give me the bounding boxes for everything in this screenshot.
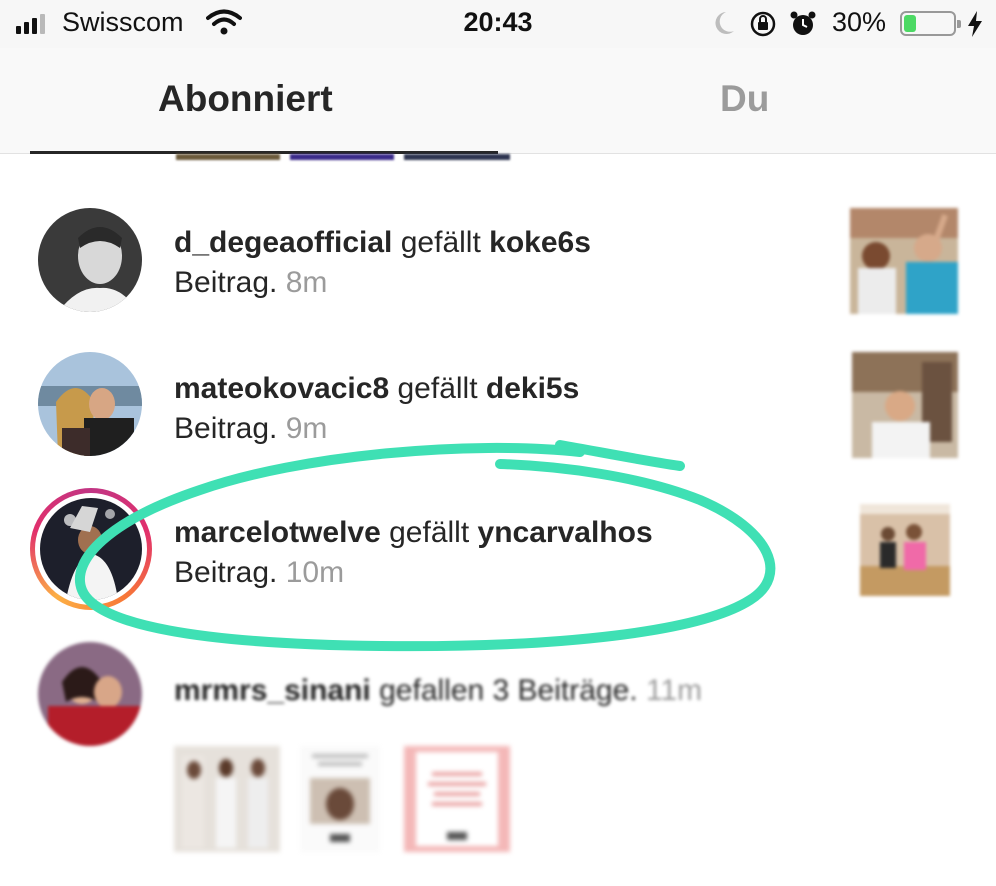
status-bar: Swisscom 20:43 30% (0, 0, 996, 48)
avatar[interactable] (38, 208, 142, 312)
activity-item-highlighted[interactable]: marcelotwelve gefällt yncarvalhos Beitra… (0, 480, 996, 630)
username-link[interactable]: mrmrs_sinani (174, 674, 371, 707)
activity-text: d_degeaofficial gefällt koke6s (174, 226, 591, 260)
story-thumbnail (404, 154, 510, 160)
username-link[interactable]: d_degeaofficial (174, 226, 392, 259)
activity-text: mateokovacic8 gefällt deki5s (174, 372, 579, 406)
action-text: gefällt (400, 226, 481, 259)
activity-meta: Beitrag. 9m (174, 412, 327, 446)
target-username-link[interactable]: yncarvalhos (478, 516, 653, 549)
username-link[interactable]: mateokovacic8 (174, 372, 389, 405)
action-text: gefällt (397, 372, 478, 405)
battery-percent: 30% (832, 7, 887, 37)
username-link[interactable]: marcelotwelve (174, 516, 381, 549)
activity-item[interactable]: mateokovacic8 gefällt deki5s Beitrag. 9m (0, 336, 996, 476)
target-username-link[interactable]: deki5s (486, 372, 579, 405)
alarm-icon (788, 9, 818, 44)
action-text: gefallen 3 Beiträge. (379, 674, 638, 707)
activity-text: mrmrs_sinani gefallen 3 Beiträge. 11m (174, 674, 702, 708)
activity-text: marcelotwelve gefällt yncarvalhos (174, 516, 653, 550)
avatar[interactable] (38, 642, 142, 746)
post-type: Beitrag. (174, 412, 278, 445)
activity-item[interactable]: mrmrs_sinani gefallen 3 Beiträge. 11m (0, 632, 996, 862)
timestamp: 9m (285, 412, 328, 445)
post-thumbnail[interactable] (852, 352, 958, 458)
target-username-link[interactable]: koke6s (489, 226, 591, 259)
charging-bolt-icon (965, 10, 985, 43)
post-type: Beitrag. (174, 556, 278, 589)
rotation-lock-icon (748, 9, 778, 44)
post-thumbnail[interactable] (300, 746, 380, 852)
post-thumbnail[interactable] (404, 746, 510, 852)
avatar[interactable] (40, 498, 142, 600)
tab-following[interactable]: Abonniert (158, 78, 333, 120)
story-thumbnail (290, 154, 394, 160)
action-text: gefällt (389, 516, 470, 549)
post-thumbnail[interactable] (860, 504, 950, 596)
moon-icon (712, 9, 736, 42)
activity-meta: Beitrag. 8m (174, 266, 327, 300)
timestamp: 8m (285, 266, 328, 299)
activity-tabs: Abonniert Du (0, 48, 996, 154)
battery-icon (900, 11, 961, 36)
post-thumbnail[interactable] (174, 746, 280, 852)
activity-item[interactable]: d_degeaofficial gefällt koke6s Beitrag. … (0, 190, 996, 330)
post-thumbnail[interactable] (850, 208, 958, 314)
avatar[interactable] (38, 352, 142, 456)
story-thumbnail (176, 154, 280, 160)
activity-meta: Beitrag. 10m (174, 556, 344, 590)
timestamp: 11m (645, 674, 703, 707)
post-type: Beitrag. (174, 266, 278, 299)
tab-you[interactable]: Du (720, 78, 769, 120)
timestamp: 10m (285, 556, 345, 589)
